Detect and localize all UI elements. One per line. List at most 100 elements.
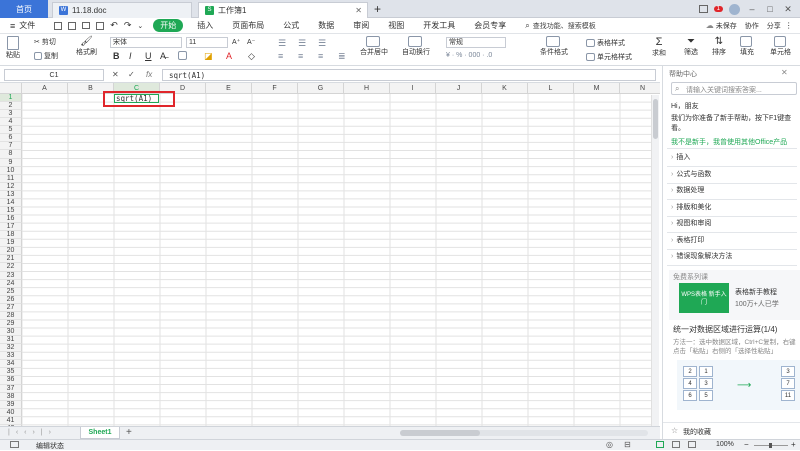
row-header-4[interactable]: 4: [0, 118, 22, 127]
row-header-12[interactable]: 12: [0, 182, 22, 191]
row-header-25[interactable]: 25: [0, 287, 22, 296]
align-right-icon[interactable]: ≡: [318, 51, 323, 61]
row-header-39[interactable]: 39: [0, 400, 22, 409]
row-header-38[interactable]: 38: [0, 392, 22, 401]
number-format-select[interactable]: 常规: [446, 37, 506, 48]
spreadsheet-grid[interactable]: ABCDEFGHIJKLMN 1 2 3 4 5 6 7 8 9 10 11 12 13 14 15 16 17…: [0, 83, 660, 426]
font-size-select[interactable]: 11: [186, 37, 228, 48]
vertical-scroll-thumb[interactable]: [653, 99, 658, 139]
tab-home[interactable]: 首页: [0, 0, 48, 18]
hamburger-icon[interactable]: ≡: [10, 21, 15, 31]
formula-input[interactable]: sqrt(A1): [162, 69, 656, 81]
name-box[interactable]: C1: [4, 69, 104, 81]
align-bottom-icon[interactable]: ☰: [318, 38, 326, 49]
row-header-18[interactable]: 18: [0, 231, 22, 240]
row-header-29[interactable]: 29: [0, 319, 22, 329]
tab-document[interactable]: W 11.18.doc: [52, 2, 192, 18]
row-header-10[interactable]: 10: [0, 166, 22, 175]
menu-developer[interactable]: 开发工具: [423, 20, 455, 31]
close-tab-icon[interactable]: ✕: [355, 6, 362, 15]
cell-style-button[interactable]: 单元格样式: [586, 52, 632, 62]
row-header-16[interactable]: 16: [0, 215, 22, 224]
redo-icon[interactable]: ↷: [124, 20, 132, 31]
function-search[interactable]: 查找功能、搜索模板: [533, 21, 596, 31]
bold-button[interactable]: B: [113, 51, 120, 61]
row-header-32[interactable]: 32: [0, 344, 22, 353]
sheet-tab-sheet1[interactable]: Sheet1: [80, 427, 120, 439]
page-break-view-icon[interactable]: [688, 441, 696, 448]
row-header-41[interactable]: 41: [0, 416, 22, 425]
select-all-corner[interactable]: [0, 83, 22, 94]
format-painter-button[interactable]: 🖌 格式刷: [76, 36, 97, 57]
increase-font-icon[interactable]: A⁺: [232, 38, 240, 46]
menu-review[interactable]: 审阅: [353, 20, 369, 31]
row-header-30[interactable]: 30: [0, 328, 22, 337]
underline-button[interactable]: U: [145, 51, 152, 61]
column-header-g[interactable]: G: [298, 83, 344, 94]
unsaved-status[interactable]: 未保存: [716, 21, 737, 31]
free-course-card[interactable]: 免费系列课 WPS表格 新手入门 表格新手教程 100万+人已学: [669, 270, 800, 320]
help-category-item[interactable]: › 数据处理: [671, 185, 704, 195]
undo-icon[interactable]: ↶: [110, 20, 118, 31]
column-header-a[interactable]: A: [22, 83, 68, 94]
new-tab-button[interactable]: +: [374, 2, 381, 16]
add-sheet-button[interactable]: +: [126, 427, 132, 438]
zoom-out-button[interactable]: −: [744, 440, 749, 449]
not-new-user-link[interactable]: 我不是新手，我曾使用其他Office产品: [671, 137, 797, 147]
menu-page-layout[interactable]: 页面布局: [232, 20, 264, 31]
cut-button[interactable]: ✂ 剪切: [34, 37, 56, 47]
menu-formulas[interactable]: 公式: [283, 20, 299, 31]
fill-color-icon[interactable]: ◪: [204, 51, 213, 62]
maximize-button[interactable]: □: [764, 4, 776, 14]
cancel-icon[interactable]: ✕: [112, 70, 119, 79]
row-header-35[interactable]: 35: [0, 368, 22, 377]
menu-insert[interactable]: 插入: [197, 20, 213, 31]
font-color-icon[interactable]: A: [226, 51, 232, 61]
help-category-item[interactable]: › 表格打印: [671, 235, 704, 245]
course-title[interactable]: 表格新手教程: [735, 287, 777, 297]
row-header-6[interactable]: 6: [0, 134, 22, 143]
help-category-item[interactable]: › 排版和美化: [671, 202, 711, 212]
column-header-h[interactable]: H: [344, 83, 390, 94]
row-header-7[interactable]: 7: [0, 142, 22, 151]
column-header-n[interactable]: N: [620, 83, 660, 94]
row-header-5[interactable]: 5: [0, 126, 22, 135]
menu-view[interactable]: 视图: [388, 20, 404, 31]
conditional-format-button[interactable]: 条件格式: [540, 36, 568, 57]
dropdown-icon[interactable]: ⌄: [137, 22, 143, 30]
filter-button[interactable]: ⏷ 筛选: [684, 36, 698, 57]
user-avatar[interactable]: [729, 3, 740, 15]
row-header-26[interactable]: 26: [0, 295, 22, 304]
row-header-36[interactable]: 36: [0, 376, 22, 385]
row-header-27[interactable]: 27: [0, 303, 22, 312]
print-preview-icon[interactable]: [96, 21, 105, 30]
help-category-item[interactable]: › 公式与函数: [671, 169, 711, 179]
help-center-title[interactable]: 帮助中心: [669, 69, 697, 79]
row-header-15[interactable]: 15: [0, 206, 22, 216]
align-left-icon[interactable]: ≡: [278, 51, 283, 61]
table-style-button[interactable]: 表格样式: [586, 38, 625, 48]
fx-icon[interactable]: fx: [146, 70, 152, 79]
export-pdf-icon[interactable]: [68, 21, 77, 30]
row-header-13[interactable]: 13: [0, 190, 22, 199]
sum-button[interactable]: Σ 求和: [652, 36, 666, 58]
row-header-9[interactable]: 9: [0, 158, 22, 167]
help-search-input[interactable]: ⌕ 请输入关键词搜索答案...: [671, 82, 797, 95]
cell-format-button[interactable]: 单元格: [770, 36, 791, 57]
horizontal-scrollbar[interactable]: [400, 430, 648, 436]
row-header-31[interactable]: 31: [0, 336, 22, 345]
decrease-font-icon[interactable]: A⁻: [247, 38, 255, 46]
copy-button[interactable]: 复制: [34, 51, 58, 61]
tab-workbook[interactable]: S 工作簿1 ✕: [198, 2, 368, 18]
tip-card[interactable]: 统一对数据区域进行运算(1/4) 方法一：选中数据区域，Ctrl+C复制，右键点…: [669, 324, 800, 416]
row-header-8[interactable]: 8: [0, 150, 22, 159]
notification-badge[interactable]: 1: [713, 6, 723, 12]
column-header-m[interactable]: M: [574, 83, 620, 94]
help-category-item[interactable]: › 插入: [671, 152, 690, 162]
page-layout-view-icon[interactable]: [672, 441, 680, 448]
sort-button[interactable]: ⇅ 排序: [712, 36, 726, 57]
row-header-2[interactable]: 2: [0, 102, 22, 111]
border-icon[interactable]: [178, 51, 189, 60]
paste-button[interactable]: 粘贴: [6, 36, 20, 60]
close-window-button[interactable]: ✕: [782, 4, 794, 15]
